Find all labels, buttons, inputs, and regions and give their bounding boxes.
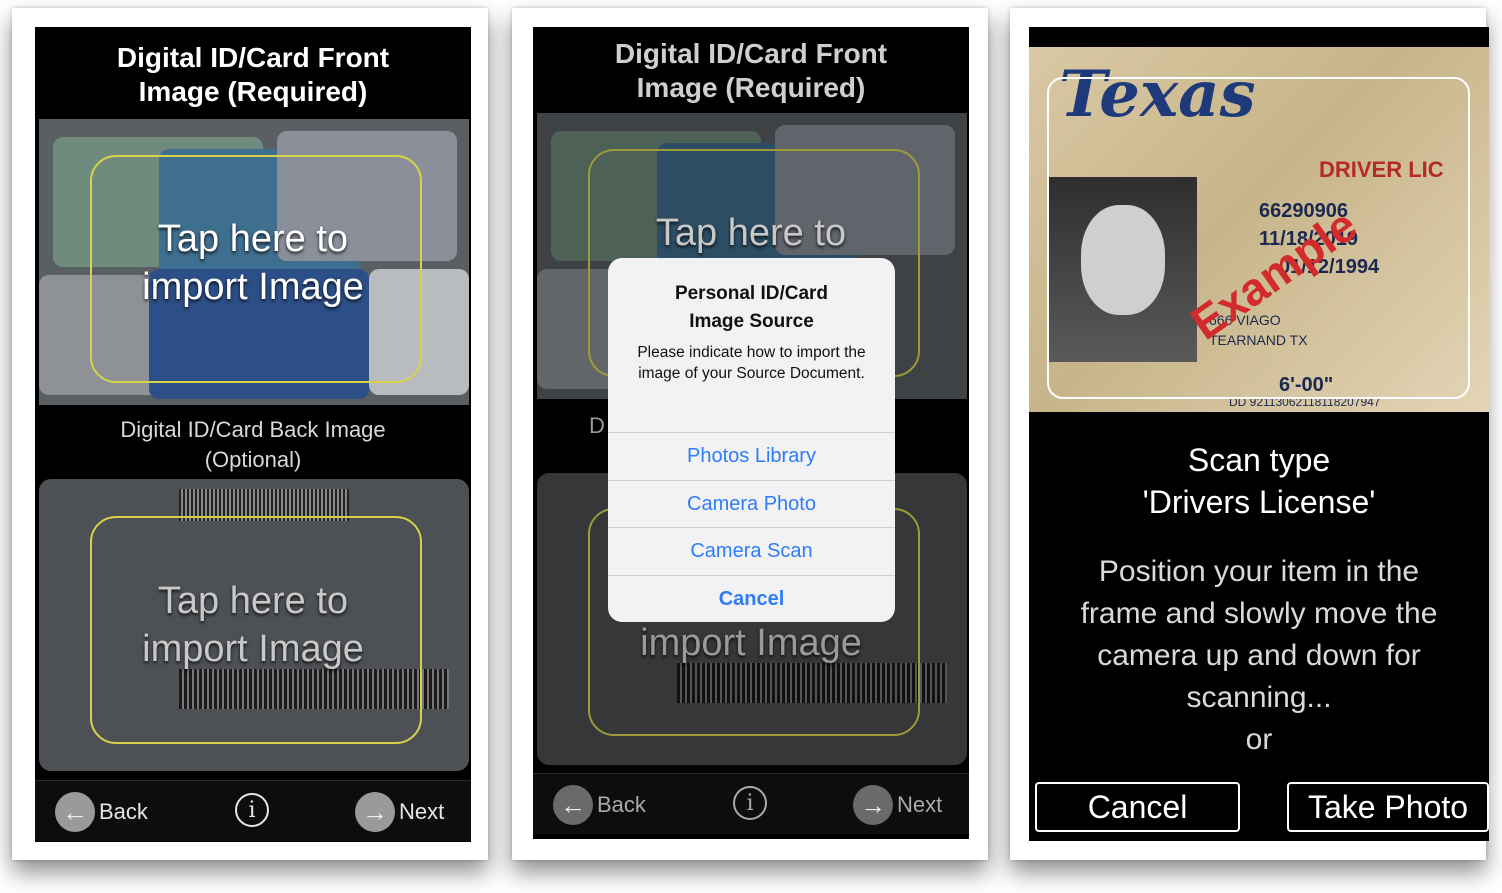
scan-title-line-1: Scan type: [1187, 442, 1331, 478]
arrow-right-icon: →: [355, 792, 395, 832]
dialog-title: Personal ID/Card Image Source: [618, 280, 885, 336]
scan-type-title: Scan type 'Drivers License': [1029, 439, 1489, 523]
title-line-2: Image (Required): [636, 72, 866, 103]
front-tap-text: Tap here to import Image: [35, 215, 471, 311]
photos-library-button[interactable]: Photos Library: [608, 432, 895, 480]
back-tap-text: Tap here to import Image: [35, 577, 471, 673]
image-source-dialog: Personal ID/Card Image Source Please ind…: [608, 258, 895, 622]
instruction-line-2: frame and slowly move the: [1080, 597, 1438, 630]
next-button-label: Next: [399, 799, 445, 824]
front-tap-line-2: import Image: [142, 266, 364, 308]
info-icon[interactable]: i: [733, 786, 767, 820]
instruction-line-5: or: [1245, 723, 1273, 756]
cancel-button[interactable]: Cancel: [1035, 782, 1240, 832]
page-title: Digital ID/Card Front Image (Required): [533, 37, 969, 105]
dialog-cancel-button[interactable]: Cancel: [608, 575, 895, 622]
back-tap-line-2: import Image: [142, 628, 364, 670]
back-label-line-2: (Optional): [204, 447, 302, 472]
phone-screen-3: Texas DRIVER LIC 66290906 11/18/2019 01/…: [1029, 27, 1489, 841]
instruction-line-1: Position your item in the: [1098, 555, 1420, 588]
bottom-toolbar: ← Back i → Next: [35, 780, 471, 841]
next-button[interactable]: → Next: [355, 792, 445, 832]
back-button[interactable]: ← Back: [55, 792, 148, 832]
screenshot-card-1: Digital ID/Card Front Image (Required) T…: [12, 8, 488, 860]
screenshot-card-3: Texas DRIVER LIC 66290906 11/18/2019 01/…: [1010, 8, 1489, 860]
camera-scan-button[interactable]: Camera Scan: [608, 527, 895, 575]
arrow-left-icon: ←: [55, 792, 95, 832]
scan-frame: [1047, 77, 1470, 399]
title-line-2: Image (Required): [138, 76, 368, 107]
phone-screen-1: Digital ID/Card Front Image (Required) T…: [35, 27, 471, 842]
instruction-line-4: scanning...: [1186, 681, 1332, 714]
next-button[interactable]: → Next: [853, 785, 943, 825]
back-button-label: Back: [597, 792, 646, 817]
back-tap-line-1: Tap here to: [157, 580, 349, 622]
bottom-toolbar: ← Back i → Next: [533, 773, 969, 834]
title-line-1: Digital ID/Card Front: [116, 42, 390, 73]
instruction-line-3: camera up and down for: [1097, 639, 1421, 672]
scan-instructions: Position your item in the frame and slow…: [1029, 551, 1489, 761]
dialog-title-line-2: Image Source: [689, 311, 814, 332]
front-tap-line-1: Tap here to: [157, 218, 349, 260]
page-title: Digital ID/Card Front Image (Required): [35, 41, 471, 109]
scan-title-line-2: 'Drivers License': [1142, 484, 1376, 520]
back-image-label: Digital ID/Card Back Image (Optional): [35, 415, 471, 475]
back-button[interactable]: ← Back: [553, 785, 646, 825]
back-image-label-partial: D: [589, 413, 605, 438]
back-tap-text: import Image: [533, 619, 969, 667]
camera-photo-button[interactable]: Camera Photo: [608, 480, 895, 528]
title-line-1: Digital ID/Card Front: [614, 38, 888, 69]
back-label-line-1: Digital ID/Card Back Image: [120, 417, 386, 442]
take-photo-button[interactable]: Take Photo: [1287, 782, 1489, 832]
back-button-label: Back: [99, 799, 148, 824]
dialog-message: Please indicate how to import the image …: [637, 344, 866, 382]
dialog-title-line-1: Personal ID/Card: [674, 283, 829, 304]
back-tap-line-2: import Image: [640, 622, 862, 664]
front-tap-line-1: Tap here to: [655, 212, 847, 254]
front-tap-text: Tap here to: [533, 209, 969, 257]
arrow-right-icon: →: [853, 785, 893, 825]
next-button-label: Next: [897, 792, 943, 817]
arrow-left-icon: ←: [553, 785, 593, 825]
info-icon[interactable]: i: [235, 793, 269, 827]
